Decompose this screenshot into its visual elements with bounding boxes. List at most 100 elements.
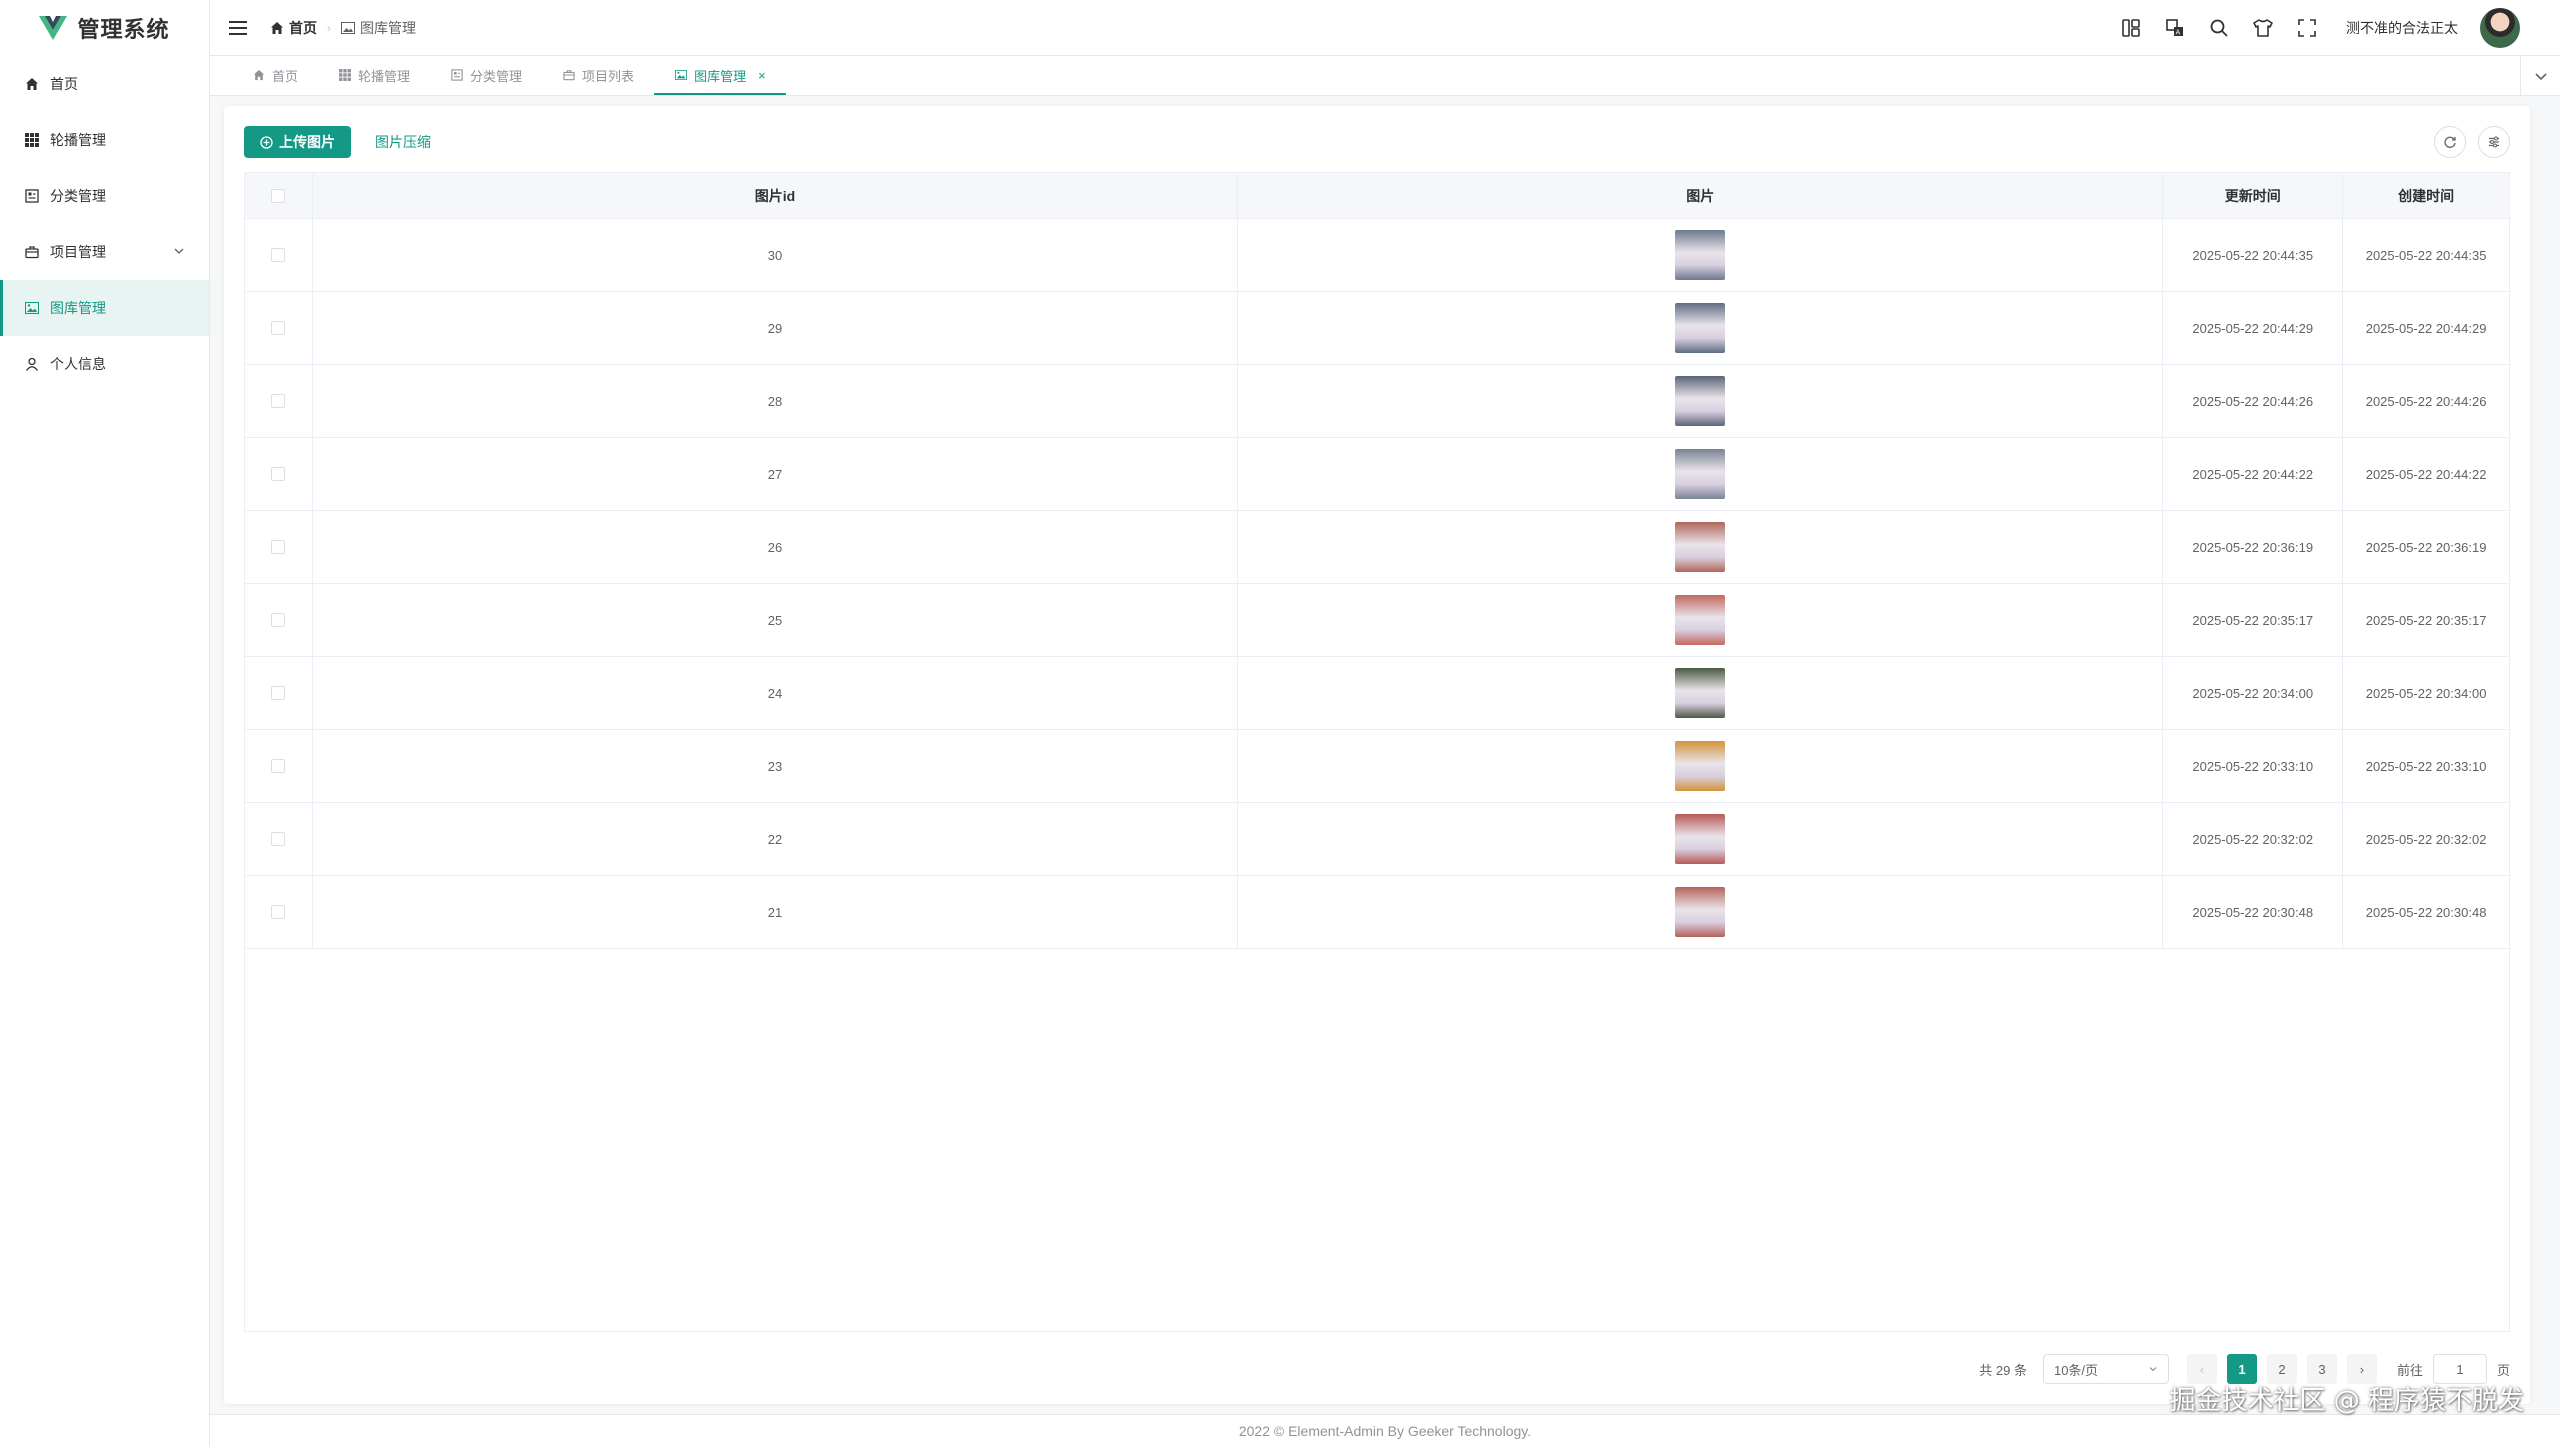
sidebar-item-label: 项目管理: [50, 244, 106, 260]
tab-label: 分类管理: [470, 68, 523, 84]
thumbnail-image[interactable]: [1675, 449, 1726, 499]
row-checkbox[interactable]: [271, 540, 286, 554]
thumbnail-image[interactable]: [1675, 522, 1726, 572]
cell-id: 25: [313, 584, 1239, 656]
avatar[interactable]: [2480, 7, 2520, 48]
top-header: 首页 › 图库管理 A 测不准的合法正太: [210, 0, 2560, 56]
table-row[interactable]: 23 2025-05-22 20:33:10 2025-05-22 20:33:…: [245, 730, 2509, 803]
cell-created: 2025-05-22 20:30:48: [2365, 904, 2487, 920]
tab-0[interactable]: 首页: [232, 55, 318, 95]
breadcrumb-label: 首页: [289, 19, 317, 36]
cell-id: 29: [313, 292, 1239, 364]
row-checkbox[interactable]: [271, 905, 286, 919]
column-header-image: 图片: [1238, 173, 2164, 218]
table-row[interactable]: 27 2025-05-22 20:44:22 2025-05-22 20:44:…: [245, 438, 2509, 511]
breadcrumb-home[interactable]: 首页: [270, 18, 317, 38]
upload-image-button[interactable]: 上传图片: [244, 126, 351, 158]
sidebar-item-label: 个人信息: [50, 356, 106, 372]
upload-image-label: 上传图片: [279, 134, 335, 150]
cell-updated: 2025-05-22 20:30:48: [2163, 876, 2344, 948]
thumbnail-image[interactable]: [1675, 814, 1726, 864]
grid-icon: [24, 132, 40, 148]
table-row[interactable]: 21 2025-05-22 20:30:48 2025-05-22 20:30:…: [245, 876, 2509, 949]
row-checkbox[interactable]: [271, 759, 286, 773]
thumbnail-image[interactable]: [1675, 303, 1726, 353]
fullscreen-icon[interactable]: [2296, 17, 2318, 39]
app-title: 管理系统: [77, 17, 170, 42]
cell-updated: 2025-05-22 20:44:35: [2163, 219, 2344, 291]
row-checkbox[interactable]: [271, 248, 286, 262]
refresh-icon[interactable]: [2434, 126, 2466, 158]
plus-circle-icon: [260, 135, 273, 149]
translate-icon[interactable]: A: [2164, 17, 2186, 39]
table-row[interactable]: 24 2025-05-22 20:34:00 2025-05-22 20:34:…: [245, 657, 2509, 730]
username[interactable]: 测不准的合法正太: [2346, 18, 2458, 38]
close-icon[interactable]: ×: [758, 68, 766, 83]
tab-3[interactable]: 项目列表: [542, 55, 654, 95]
tab-2[interactable]: 分类管理: [430, 55, 542, 95]
row-checkbox[interactable]: [271, 613, 286, 627]
cell-updated: 2025-05-22 20:44:26: [2163, 365, 2344, 437]
thumbnail-image[interactable]: [1675, 595, 1726, 645]
thumbnail-image[interactable]: [1675, 668, 1726, 718]
cell-updated: 2025-05-22 20:35:17: [2163, 584, 2344, 656]
tab-4[interactable]: 图库管理 ×: [654, 55, 786, 95]
sidebar-item-4[interactable]: 图库管理: [0, 280, 209, 336]
search-icon[interactable]: [2208, 17, 2230, 39]
tab-1[interactable]: 轮播管理: [318, 55, 430, 95]
sidebar-item-5[interactable]: 个人信息: [0, 336, 209, 392]
sidebar-item-3[interactable]: 项目管理: [0, 224, 209, 280]
page-size-select[interactable]: 10条/页: [2042, 1354, 2169, 1384]
row-checkbox[interactable]: [271, 467, 286, 481]
cell-created: 2025-05-22 20:32:02: [2365, 831, 2487, 847]
grid-icon: [339, 69, 351, 81]
category-icon: [451, 69, 463, 81]
goto-prefix: 前往: [2396, 1362, 2423, 1378]
cell-image: [1238, 438, 2164, 510]
row-checkbox[interactable]: [271, 686, 286, 700]
thumbnail-image[interactable]: [1675, 230, 1726, 280]
table-row[interactable]: 30 2025-05-22 20:44:35 2025-05-22 20:44:…: [245, 219, 2509, 292]
select-all-checkbox[interactable]: [271, 188, 286, 203]
row-checkbox[interactable]: [271, 394, 286, 408]
row-checkbox-cell: [245, 730, 313, 802]
footer: 2022 © Element-Admin By Geeker Technolog…: [210, 1414, 2560, 1446]
collapse-menu-icon[interactable]: [228, 18, 248, 38]
row-checkbox[interactable]: [271, 321, 286, 335]
cell-image: [1238, 876, 2164, 948]
cell-id: 28: [313, 365, 1239, 437]
column-header-id[interactable]: 图片id: [313, 173, 1239, 218]
theme-shirt-icon[interactable]: [2252, 17, 2274, 39]
compress-image-button[interactable]: 图片压缩: [375, 132, 431, 152]
tabs-dropdown-icon[interactable]: [2520, 56, 2560, 96]
image-table: 图片id 图片 更新时间 创建时间 30 2025-05-22 20:44:35…: [244, 172, 2510, 1332]
briefcase-icon: [563, 69, 575, 81]
sidebar-item-2[interactable]: 分类管理: [0, 168, 209, 224]
thumbnail-image[interactable]: [1675, 741, 1726, 791]
content-card: 上传图片 图片压缩 图片id 图片 更新时间 创建时间 30 2025-05-2…: [224, 106, 2530, 1404]
svg-text:A: A: [2176, 28, 2181, 36]
sidebar-item-1[interactable]: 轮播管理: [0, 112, 209, 168]
column-settings-icon[interactable]: [2478, 126, 2510, 158]
row-checkbox-cell: [245, 803, 313, 875]
table-row[interactable]: 25 2025-05-22 20:35:17 2025-05-22 20:35:…: [245, 584, 2509, 657]
table-row[interactable]: 28 2025-05-22 20:44:26 2025-05-22 20:44:…: [245, 365, 2509, 438]
header-checkbox-cell: [245, 173, 313, 218]
chevron-down-icon: [2149, 1367, 2157, 1372]
column-header-created[interactable]: 创建时间: [2343, 173, 2509, 218]
thumbnail-image[interactable]: [1675, 376, 1726, 426]
table-row[interactable]: 29 2025-05-22 20:44:29 2025-05-22 20:44:…: [245, 292, 2509, 365]
cell-id: 24: [313, 657, 1239, 729]
row-checkbox[interactable]: [271, 832, 286, 846]
column-header-updated[interactable]: 更新时间: [2163, 173, 2344, 218]
row-checkbox-cell: [245, 438, 313, 510]
pagination-total: 共 29 条: [1979, 1362, 2027, 1378]
row-checkbox-cell: [245, 219, 313, 291]
table-row[interactable]: 22 2025-05-22 20:32:02 2025-05-22 20:32:…: [245, 803, 2509, 876]
row-checkbox-cell: [245, 584, 313, 656]
layout-icon[interactable]: [2120, 17, 2142, 39]
sidebar-item-0[interactable]: 首页: [0, 56, 209, 112]
thumbnail-image[interactable]: [1675, 887, 1726, 937]
cell-created: 2025-05-22 20:44:35: [2365, 247, 2487, 263]
table-row[interactable]: 26 2025-05-22 20:36:19 2025-05-22 20:36:…: [245, 511, 2509, 584]
